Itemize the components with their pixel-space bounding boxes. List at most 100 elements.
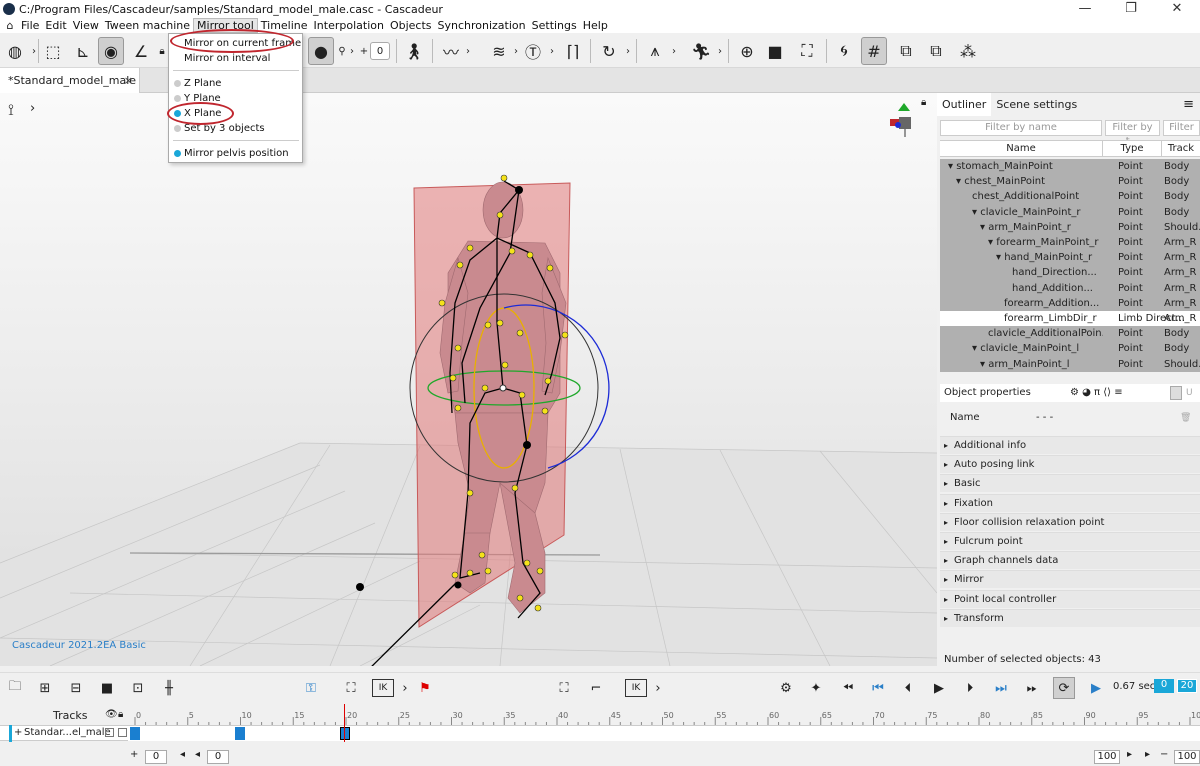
section-additional-info[interactable]: Additional info <box>940 436 1200 455</box>
focus-icon[interactable]: ⛶ <box>794 37 820 65</box>
menu-interpolation[interactable]: Interpolation <box>311 18 387 33</box>
layers-icon[interactable]: ⧉ <box>893 37 919 65</box>
scroll-right-icon[interactable]: ▸ <box>1127 749 1132 760</box>
section-point-local-controller[interactable]: Point local controller <box>940 589 1200 609</box>
lock-toggle[interactable] <box>1170 386 1182 400</box>
frame-focus-icon[interactable]: ⛶ <box>553 677 575 699</box>
chevron-right-icon[interactable]: › <box>714 37 726 65</box>
target-icon[interactable]: ⊕ <box>734 37 760 65</box>
visibility-icon[interactable]: 👁︎ <box>105 709 118 720</box>
go-end-icon[interactable]: ⏭︎ <box>990 677 1012 699</box>
rig-icon[interactable]: ⁂ <box>955 37 981 65</box>
view-cube-icon[interactable] <box>890 103 920 139</box>
layers-alt-icon[interactable]: ⧉ <box>923 37 949 65</box>
filter-by-type-input[interactable]: Filter by t... <box>1105 120 1160 147</box>
rotate-sphere-icon[interactable]: ◉ <box>98 37 124 65</box>
tab-scene-settings[interactable]: Scene settings <box>991 93 1082 116</box>
select-rect-icon[interactable]: ⬚ <box>40 37 66 65</box>
outliner-row[interactable]: hand_Addition... Point Arm_R <box>940 281 1200 296</box>
column-type[interactable]: Type <box>1103 141 1162 157</box>
mirror-pelvis-position-item[interactable]: Mirror pelvis position <box>169 146 303 161</box>
track-lock-checkbox[interactable] <box>118 728 127 737</box>
outliner-row[interactable]: ▾ arm_MainPoint_l Point Should... <box>940 357 1200 372</box>
lock-rig-icon[interactable]: ⚙ <box>775 677 797 699</box>
plus-icon[interactable]: + <box>130 749 138 760</box>
character-icon[interactable]: 🚶︎ <box>401 37 427 65</box>
minimize-button[interactable]: — <box>1062 0 1108 18</box>
hamburger-icon[interactable]: ≡ <box>1183 97 1194 112</box>
text-tool-icon[interactable]: Ⓣ <box>520 37 546 65</box>
frame-input[interactable]: 0 <box>370 42 390 60</box>
chevron-right-icon[interactable]: › <box>668 37 680 65</box>
rewind-icon[interactable]: ⏪︎ <box>837 677 859 699</box>
add-folder-icon[interactable]: 🗀 <box>4 677 26 699</box>
section-graph-channels-data[interactable]: Graph channels data <box>940 551 1200 570</box>
track-lane[interactable] <box>128 704 1200 742</box>
column-name[interactable]: Name <box>940 141 1103 157</box>
home-icon[interactable]: ⌂ <box>2 19 18 32</box>
add-key-icon[interactable]: ⊡ <box>127 677 149 699</box>
play-icon[interactable]: ▶ <box>928 677 950 699</box>
outliner-row[interactable]: ▾ arm_MainPoint_r Point Should... <box>940 220 1200 235</box>
loop-icon[interactable]: ⟳ <box>1053 677 1075 699</box>
graph-icon[interactable]: ⟟ <box>8 100 14 120</box>
split-icon[interactable]: ╫ <box>158 677 180 699</box>
tween-icon[interactable]: 〰 <box>438 37 464 65</box>
keyframe[interactable] <box>130 727 140 740</box>
outliner-row[interactable]: forearm_Addition... Point Arm_R <box>940 296 1200 311</box>
tab-outliner[interactable]: Outliner <box>937 93 992 116</box>
z-plane-item[interactable]: Z Plane <box>169 76 303 91</box>
menu-help[interactable]: Help <box>580 18 611 33</box>
trash-icon[interactable]: 🗑︎ <box>1180 408 1191 428</box>
outliner-row[interactable]: ▾ chest_MainPoint Point Body <box>940 174 1200 189</box>
outliner-row[interactable]: ▾ clavicle_MainPoint_r Point Body <box>940 205 1200 220</box>
column-track[interactable]: Track <box>1162 141 1200 157</box>
fast-forward-icon[interactable]: ⏩︎ <box>1021 677 1043 699</box>
lock-icon[interactable]: 🔒︎ <box>118 709 123 720</box>
frame-focus-icon[interactable]: ⛶ <box>340 677 362 699</box>
filter-by-name-input[interactable]: Filter by name <box>940 120 1102 136</box>
scroll-left-icon[interactable]: ◂ <box>180 749 185 760</box>
keyframe[interactable] <box>340 727 350 740</box>
section-floor-collision-relaxation-point[interactable]: Floor collision relaxation point <box>940 512 1200 532</box>
remove-layer-icon[interactable]: ⊟ <box>65 677 87 699</box>
section-mirror[interactable]: Mirror <box>940 570 1200 589</box>
current-frame-field[interactable]: 0 <box>1154 679 1174 693</box>
menu-synchronization[interactable]: Synchronization <box>435 18 529 33</box>
outliner-row[interactable]: ▾ stomach_MainPoint Point Body <box>940 159 1200 174</box>
outliner-row[interactable]: ▾ forearm_MainPoint_r Point Arm_R <box>940 235 1200 250</box>
plus-icon[interactable]: + <box>358 37 370 65</box>
section-transform[interactable]: Transform <box>940 608 1200 628</box>
minus-icon[interactable]: − <box>1160 749 1168 760</box>
outliner-row[interactable]: hand_Direction... Point Arm_R <box>940 265 1200 280</box>
step-curve-icon[interactable]: ⌐ <box>585 677 607 699</box>
scroll-right-icon[interactable]: ▸ <box>1145 749 1150 760</box>
playhead[interactable] <box>344 704 345 742</box>
camera-icon[interactable]: ■ <box>762 37 788 65</box>
jump-icon[interactable]: ⩚ <box>642 37 668 65</box>
key-icon[interactable]: ⚿ <box>300 677 322 699</box>
play-range-icon[interactable]: ▶ <box>1085 677 1107 699</box>
chevron-right-icon[interactable]: › <box>346 37 358 65</box>
section-fulcrum-point[interactable]: Fulcrum point <box>940 532 1200 551</box>
zoom-field[interactable]: 100 <box>1174 750 1200 764</box>
menu-settings[interactable]: Settings <box>529 18 580 33</box>
track-name[interactable]: Standar...el_male <box>24 727 111 738</box>
ik-icon[interactable]: IK <box>625 679 647 697</box>
properties-tool-icons[interactable]: ⚙ ◕ π ⟨⟩ ≡ <box>1070 384 1123 402</box>
outliner-row[interactable]: ▾ hand_MainPoint_r Point Arm_R <box>940 250 1200 265</box>
ik-icon[interactable]: IK <box>372 679 394 697</box>
bracket-icon[interactable]: ⌈⌉ <box>560 37 586 65</box>
name-value[interactable]: - - - <box>1036 408 1053 428</box>
zoom-end-field[interactable]: 100 <box>1094 750 1120 764</box>
menu-view[interactable]: View <box>70 18 102 33</box>
chevron-right-icon[interactable]: › <box>546 37 558 65</box>
spiral-icon[interactable]: 🌀︎ <box>831 37 857 65</box>
end-frame-field[interactable]: 20 <box>1177 679 1197 693</box>
scale-axes-icon[interactable]: ∠ <box>128 37 154 65</box>
run-icon[interactable]: 🏃︎ <box>688 37 714 65</box>
move-axes-icon[interactable]: ⊾ <box>70 37 96 65</box>
maximize-button[interactable]: ❐ <box>1108 0 1154 18</box>
outliner-row[interactable]: forearm_LimbDir_r Limb Direct... Arm_R <box>940 311 1200 326</box>
track-expand-icon[interactable]: + <box>14 727 22 738</box>
